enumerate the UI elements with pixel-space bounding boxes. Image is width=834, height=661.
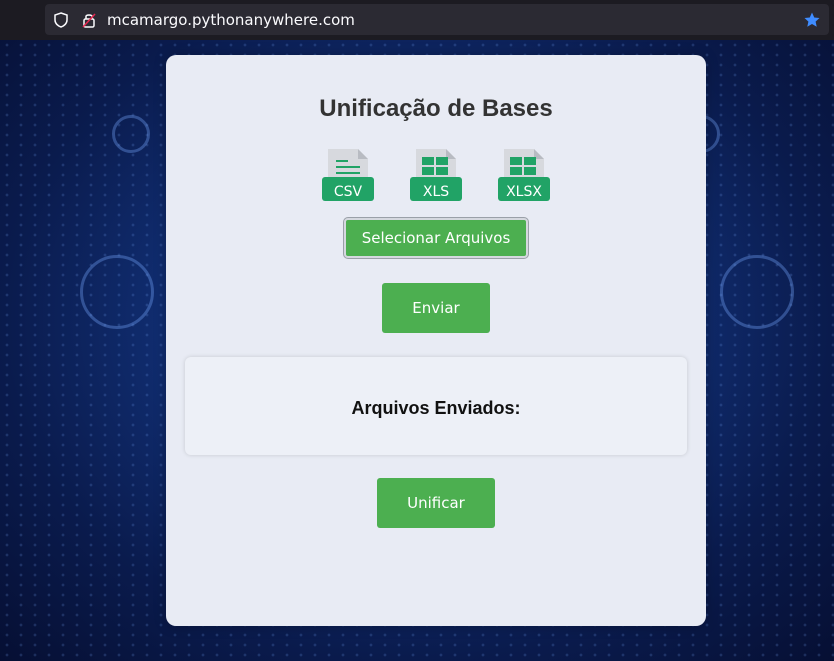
shield-icon[interactable] <box>53 11 69 28</box>
bookmark-star-icon[interactable] <box>803 11 821 34</box>
browser-toolbar: mcamargo.pythonanywhere.com <box>0 0 834 40</box>
csv-file-label: CSV <box>334 184 363 200</box>
background-circle-right-large <box>720 255 794 329</box>
select-files-button[interactable]: Selecionar Arquivos <box>344 218 528 258</box>
main-card: Unificação de Bases CSV XLS XLSX Selecio… <box>166 55 706 626</box>
xlsx-file-icon: XLSX <box>496 147 552 203</box>
uploaded-files-title: Arquivos Enviados: <box>351 398 521 418</box>
page-title: Unificação de Bases <box>319 95 553 122</box>
uploaded-files-panel: Arquivos Enviados: <box>185 357 687 455</box>
address-bar[interactable]: mcamargo.pythonanywhere.com <box>45 4 829 35</box>
file-type-icons: CSV XLS XLSX <box>166 147 706 203</box>
url-text[interactable]: mcamargo.pythonanywhere.com <box>107 11 355 29</box>
xls-file-label: XLS <box>423 184 449 200</box>
xls-file-icon: XLS <box>408 147 464 203</box>
insecure-lock-icon[interactable] <box>81 12 97 28</box>
csv-file-icon: CSV <box>320 147 376 203</box>
xlsx-file-label: XLSX <box>506 184 542 200</box>
background-circle-left <box>112 115 150 153</box>
send-button[interactable]: Enviar <box>382 283 490 333</box>
unify-button[interactable]: Unificar <box>377 478 495 528</box>
background-circle-left-large <box>80 255 154 329</box>
